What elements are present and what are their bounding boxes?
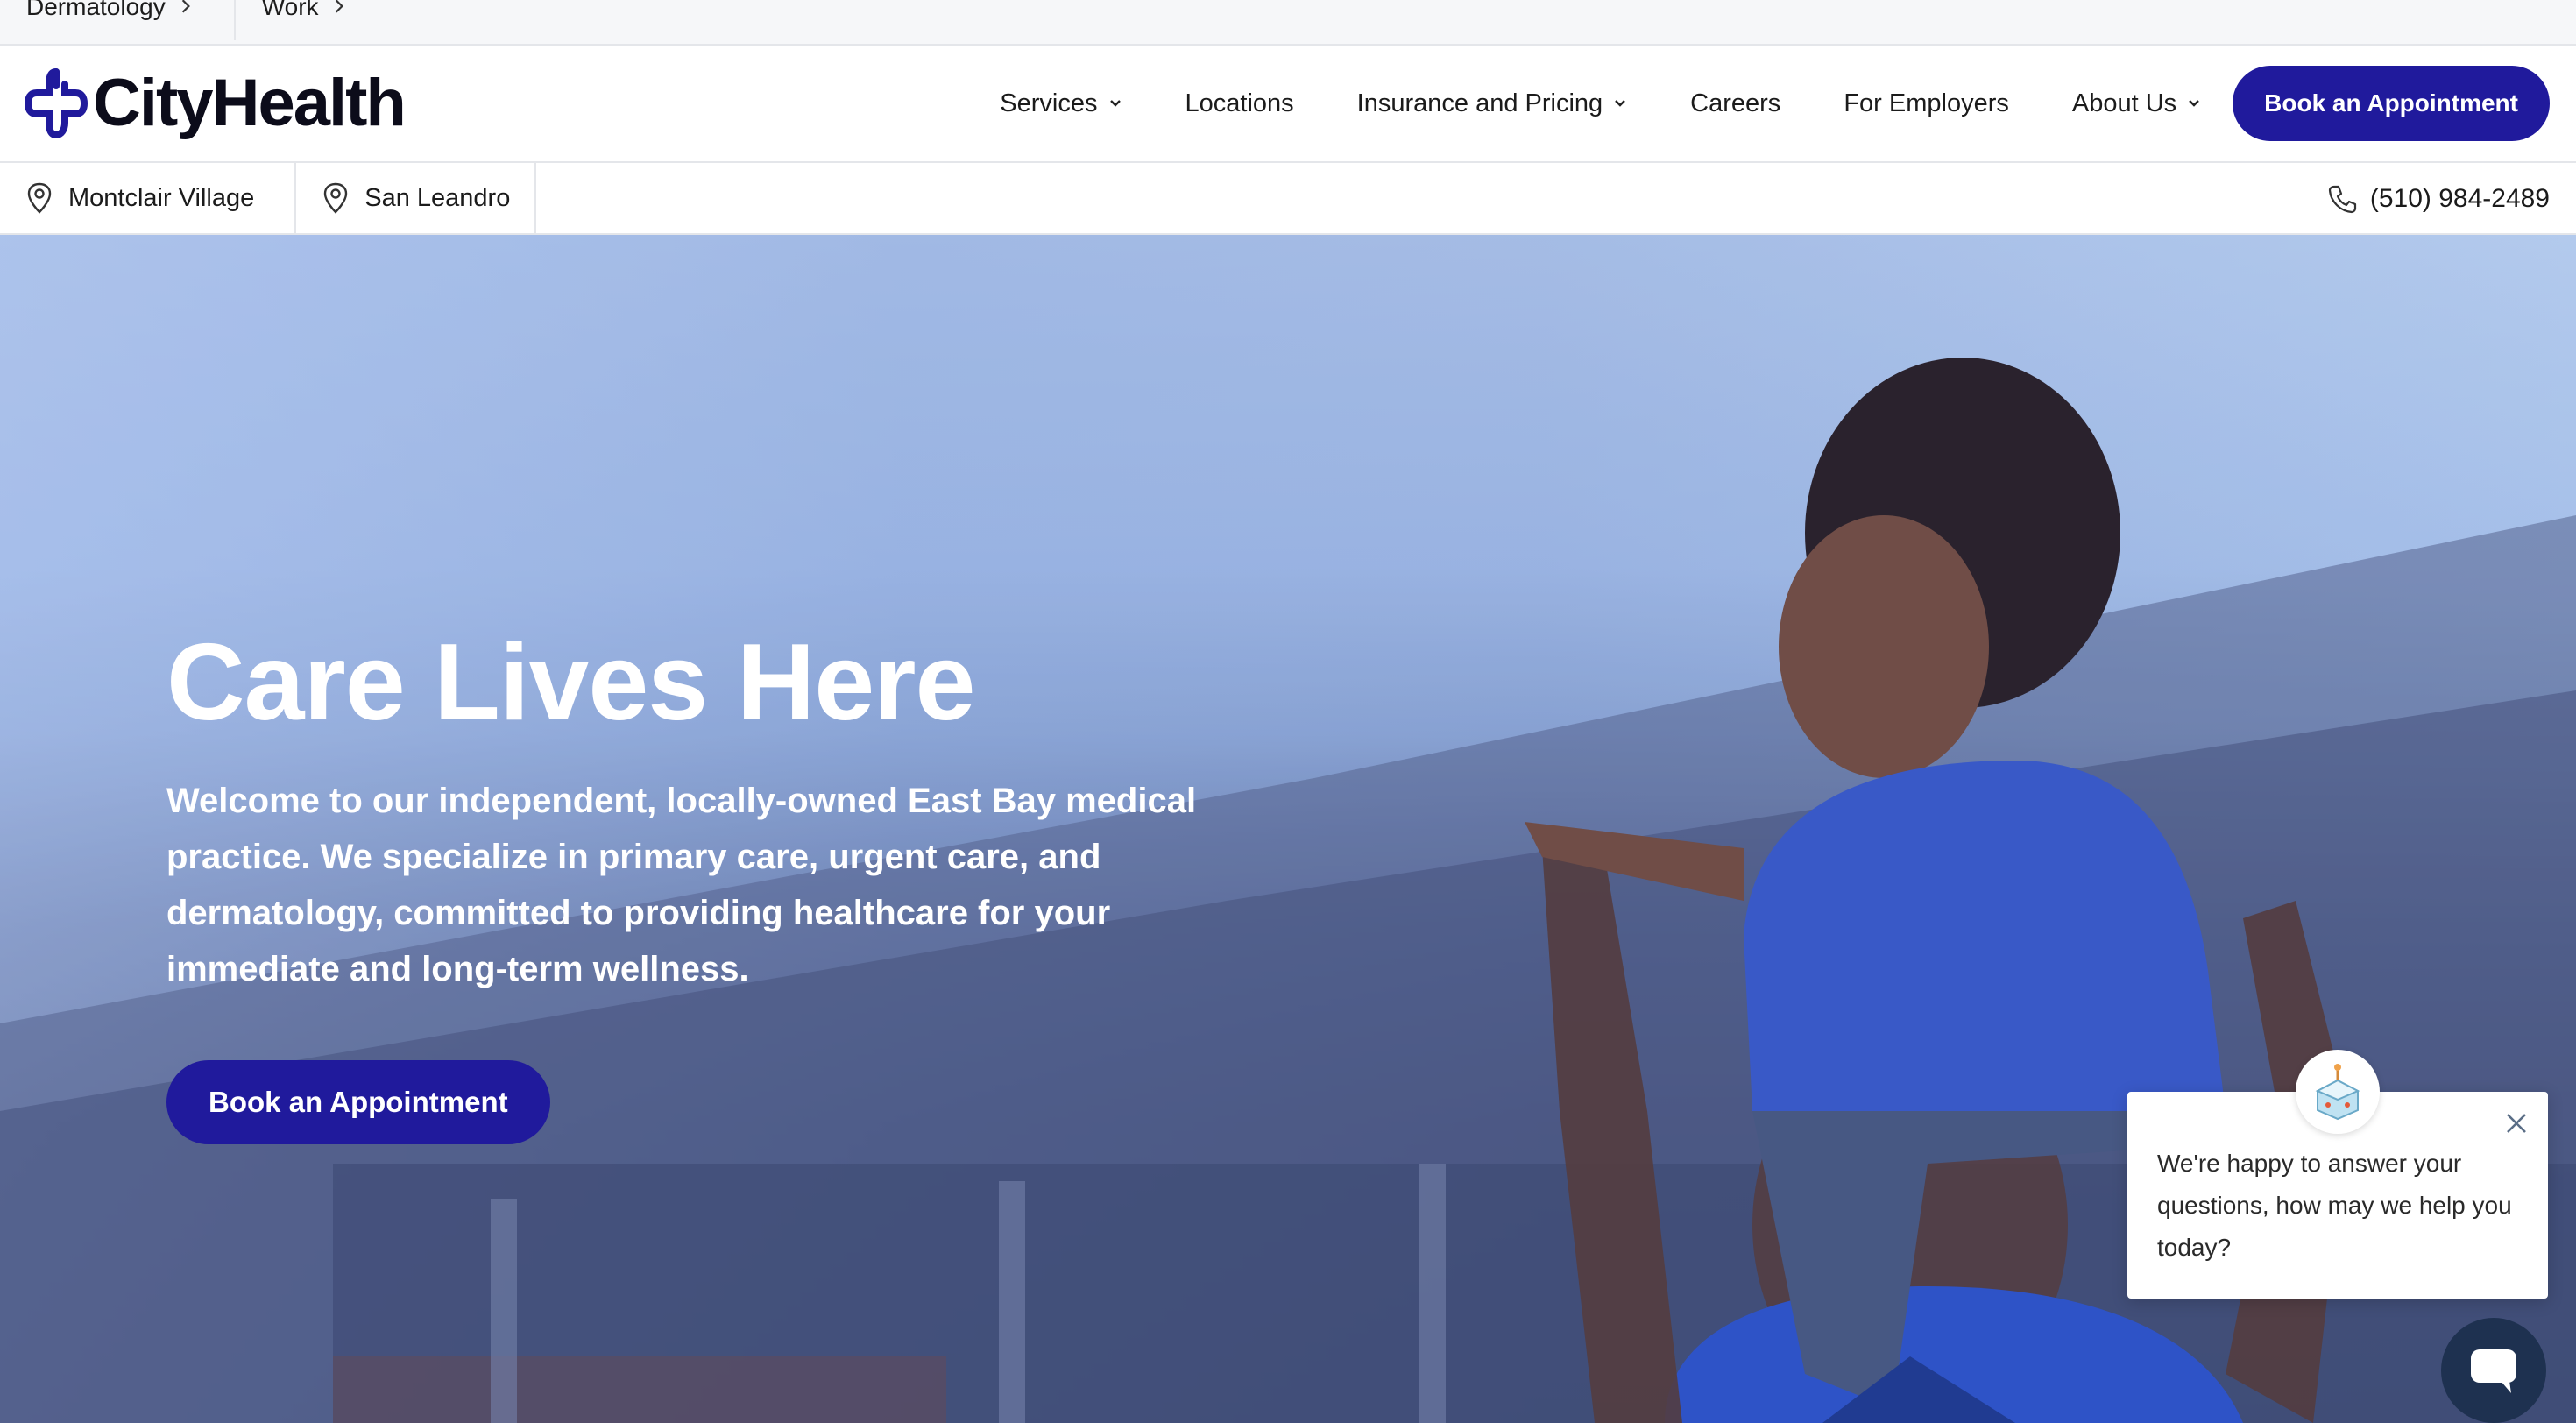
nav-item-locations[interactable]: Locations (1185, 89, 1294, 118)
nav-item-insurance-pricing[interactable]: Insurance and Pricing (1357, 89, 1628, 118)
book-appointment-button[interactable]: Book an Appointment (2233, 66, 2550, 141)
nav-label: Locations (1185, 88, 1294, 117)
chevron-down-icon (1109, 100, 1121, 107)
chevron-right-icon (335, 0, 343, 13)
hero-title: Care Lives Here (166, 622, 975, 743)
location-montclair-village[interactable]: Montclair Village (0, 162, 297, 234)
breadcrumb-label: Dermatology (26, 0, 166, 20)
breadcrumb-item-dermatology[interactable]: Dermatology (0, 0, 236, 40)
bot-avatar-icon (2315, 1064, 2360, 1121)
location-label: San Leandro (364, 183, 511, 212)
chevron-down-icon (1615, 100, 1626, 107)
chat-message: We're happy to answer your questions, ho… (2157, 1150, 2512, 1261)
site-header: CityHealth Services Locations Insurance … (0, 46, 2576, 163)
main-nav: Services Locations Insurance and Pricing… (937, 65, 2550, 142)
nav-label: Insurance and Pricing (1356, 88, 1603, 117)
nav-item-careers[interactable]: Careers (1690, 89, 1780, 118)
hero-subtitle: Welcome to our independent, locally-owne… (166, 782, 1197, 988)
nav-label: Careers (1690, 88, 1781, 117)
hero-book-appointment-button[interactable]: Book an Appointment (166, 1060, 550, 1144)
chat-bubble-icon (2471, 1349, 2516, 1393)
phone-number: (510) 984-2489 (2369, 184, 2550, 213)
close-icon[interactable] (2502, 1109, 2530, 1137)
phone-link[interactable]: (510) 984-2489 (2326, 163, 2550, 235)
breadcrumb-item-work[interactable]: Work (236, 0, 373, 40)
phone-icon (2328, 185, 2356, 214)
chat-avatar (2296, 1050, 2380, 1134)
cityhealth-logo[interactable]: CityHealth (25, 66, 407, 140)
map-pin-icon (324, 182, 348, 214)
breadcrumb-label: Work (261, 0, 319, 20)
location-san-leandro[interactable]: San Leandro (296, 162, 537, 234)
breadcrumb-bar: Dermatology Work (0, 0, 2576, 46)
map-pin-icon (27, 182, 52, 214)
nav-label: For Employers (1844, 88, 2009, 117)
nav-label: Services (1000, 88, 1098, 117)
nav-item-for-employers[interactable]: For Employers (1844, 89, 2009, 118)
chevron-right-icon (181, 0, 190, 13)
nav-label: About Us (2071, 88, 2177, 117)
brand-name: CityHealth (93, 66, 407, 140)
nav-item-services[interactable]: Services (1000, 89, 1122, 118)
nav-item-about-us[interactable]: About Us (2072, 89, 2201, 118)
cross-logo-icon (25, 68, 88, 138)
chevron-down-icon (2189, 100, 2200, 107)
chat-launcher-button[interactable] (2441, 1318, 2546, 1423)
location-bar: Montclair Village San Leandro (510) 984-… (0, 162, 2576, 235)
location-label: Montclair Village (68, 183, 255, 212)
